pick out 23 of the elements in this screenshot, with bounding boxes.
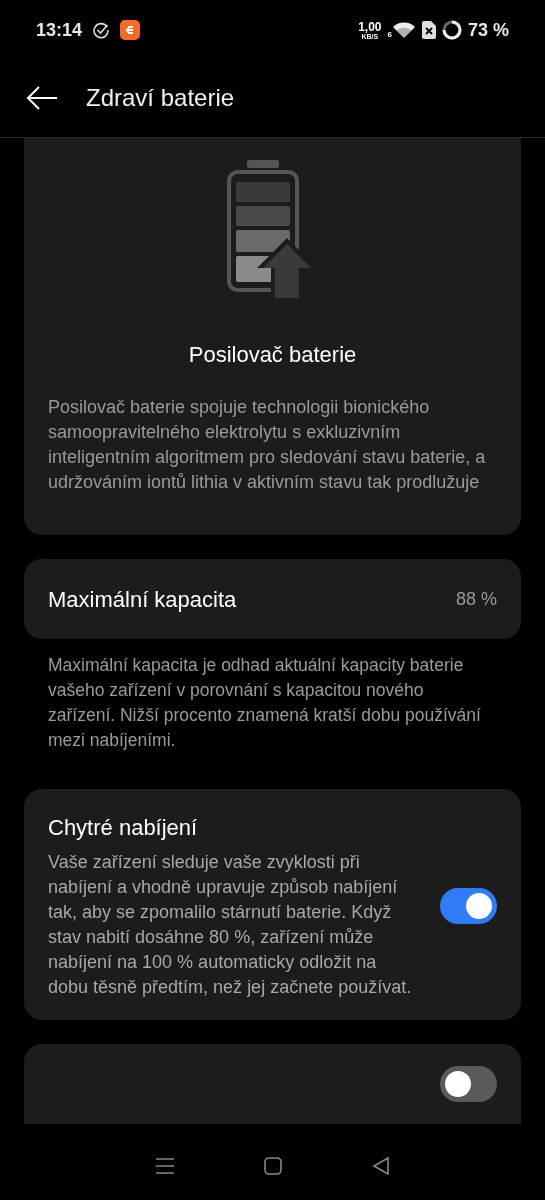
capacity-row[interactable]: Maximální kapacita 88 % [24, 559, 521, 639]
smart-charging-title: Chytré nabíjení [48, 814, 199, 842]
app-notification-icon [120, 20, 141, 40]
toggle-switch[interactable] [440, 887, 497, 924]
capacity-note: Maximální kapacita je odhad aktuální kapacity baterie vašeho zařízení v porovnání s kapacitou nového zařízení. Nižší procento znamená kratší dobu používání mezi nabíjeními. [47, 654, 482, 752]
home-button[interactable] [264, 1157, 283, 1175]
menu-button[interactable] [154, 1156, 175, 1176]
booster-description: Posilovač baterie spojuje technologii bionického samoopravitelného elektrolytu s exkluzivním inteligentním algoritmem pro sledování stavu baterie, a udržováním iontů lithia v aktivním stavu tak prodlužuje [48, 396, 487, 494]
smart-charging-description: Vaše zařízení sleduje vaše zvyklosti při nabíjení a vhodně upravuje způsob nabíjení tak, aby se zpomalilo stárnutí baterie. Když stav nabití dosáhne 80 %, zařízení může nabíjení na 100 % automaticky odložit na dobu těsně předtím, než jej začnete používat. [48, 851, 413, 999]
clock: 13:14 [36, 18, 83, 42]
network-speed: 1,00 [358, 20, 382, 33]
battery-percent: 73 % [467, 18, 509, 42]
page-title: Zdraví baterie [86, 82, 235, 113]
toggle-switch[interactable] [440, 1066, 497, 1102]
battery-ring-icon [441, 20, 462, 40]
no-sim-icon [421, 21, 436, 39]
capacity-label: Maximální kapacita [48, 585, 237, 614]
wifi-icon [391, 21, 416, 39]
check-circle-icon [92, 21, 111, 39]
back-nav-button[interactable] [372, 1157, 391, 1175]
booster-title: Posilovač baterie [188, 341, 357, 369]
wifi-band-label: 6 [387, 31, 392, 39]
capacity-value: 88 % [455, 587, 497, 611]
